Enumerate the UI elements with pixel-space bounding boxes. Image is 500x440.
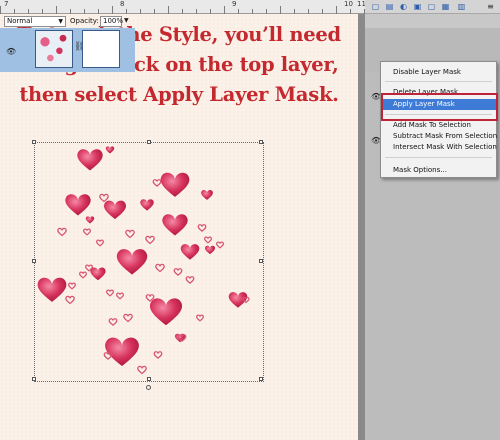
adjustment-layer-icon[interactable]: ◐ xyxy=(399,2,408,11)
panel-menu-icon[interactable]: ≡ xyxy=(486,2,495,11)
handle-mid-right[interactable] xyxy=(259,259,263,263)
handle-bottom-right[interactable] xyxy=(259,377,263,381)
opacity-input[interactable]: 100% xyxy=(100,16,123,27)
menu-separator xyxy=(385,157,492,158)
panel-toolbar: ▢ ▤ ◐ ▣ ▢ ▦ ▥ ≡ xyxy=(365,0,500,14)
menu-item-add-mask-to-selection[interactable]: Add Mask To Selection xyxy=(381,120,496,131)
blend-mode-value: Normal xyxy=(7,17,33,25)
new-group-icon[interactable]: ▤ xyxy=(385,2,394,11)
vertical-scrollbar[interactable] xyxy=(358,14,365,440)
chevron-down-icon: ▼ xyxy=(58,18,63,25)
layer-options-bar xyxy=(365,14,500,28)
trash-icon[interactable]: ▥ xyxy=(457,2,466,11)
menu-item-subtract-mask-from-selection[interactable]: Subtract Mask From Selection xyxy=(381,131,497,142)
eye-icon[interactable]: 👁 xyxy=(6,47,16,56)
menu-item-intersect-mask-with-selection[interactable]: Intersect Mask With Selection xyxy=(381,142,497,153)
transform-bounding-box[interactable] xyxy=(32,140,264,390)
handle-top-mid[interactable] xyxy=(147,140,151,144)
delete-layer-icon[interactable]: ▦ xyxy=(441,2,450,11)
menu-separator xyxy=(385,81,492,82)
blend-mode-select[interactable]: Normal ▼ xyxy=(4,16,66,27)
handle-top-left[interactable] xyxy=(32,140,36,144)
lock-icon[interactable]: ▢ xyxy=(427,2,436,11)
layer-style-icon[interactable]: ▣ xyxy=(413,2,422,11)
menu-item-disable-layer-mask[interactable]: Disable Layer Mask xyxy=(381,67,496,78)
opacity-dropdown-icon[interactable]: ▼ xyxy=(124,17,129,24)
opacity-label: Opacity: xyxy=(70,17,99,25)
new-layer-icon[interactable]: ▢ xyxy=(371,2,380,11)
handle-mid-left[interactable] xyxy=(32,259,36,263)
menu-item-mask-options[interactable]: Mask Options... xyxy=(381,165,496,176)
layer-thumbnail[interactable] xyxy=(35,30,73,68)
handle-bottom-mid[interactable] xyxy=(147,377,151,381)
handle-top-right[interactable] xyxy=(259,140,263,144)
callout-highlight-box xyxy=(381,93,498,121)
layer-mask-thumbnail[interactable] xyxy=(82,30,120,68)
rotate-handle-icon[interactable] xyxy=(146,385,151,390)
handle-bottom-left[interactable] xyxy=(32,377,36,381)
